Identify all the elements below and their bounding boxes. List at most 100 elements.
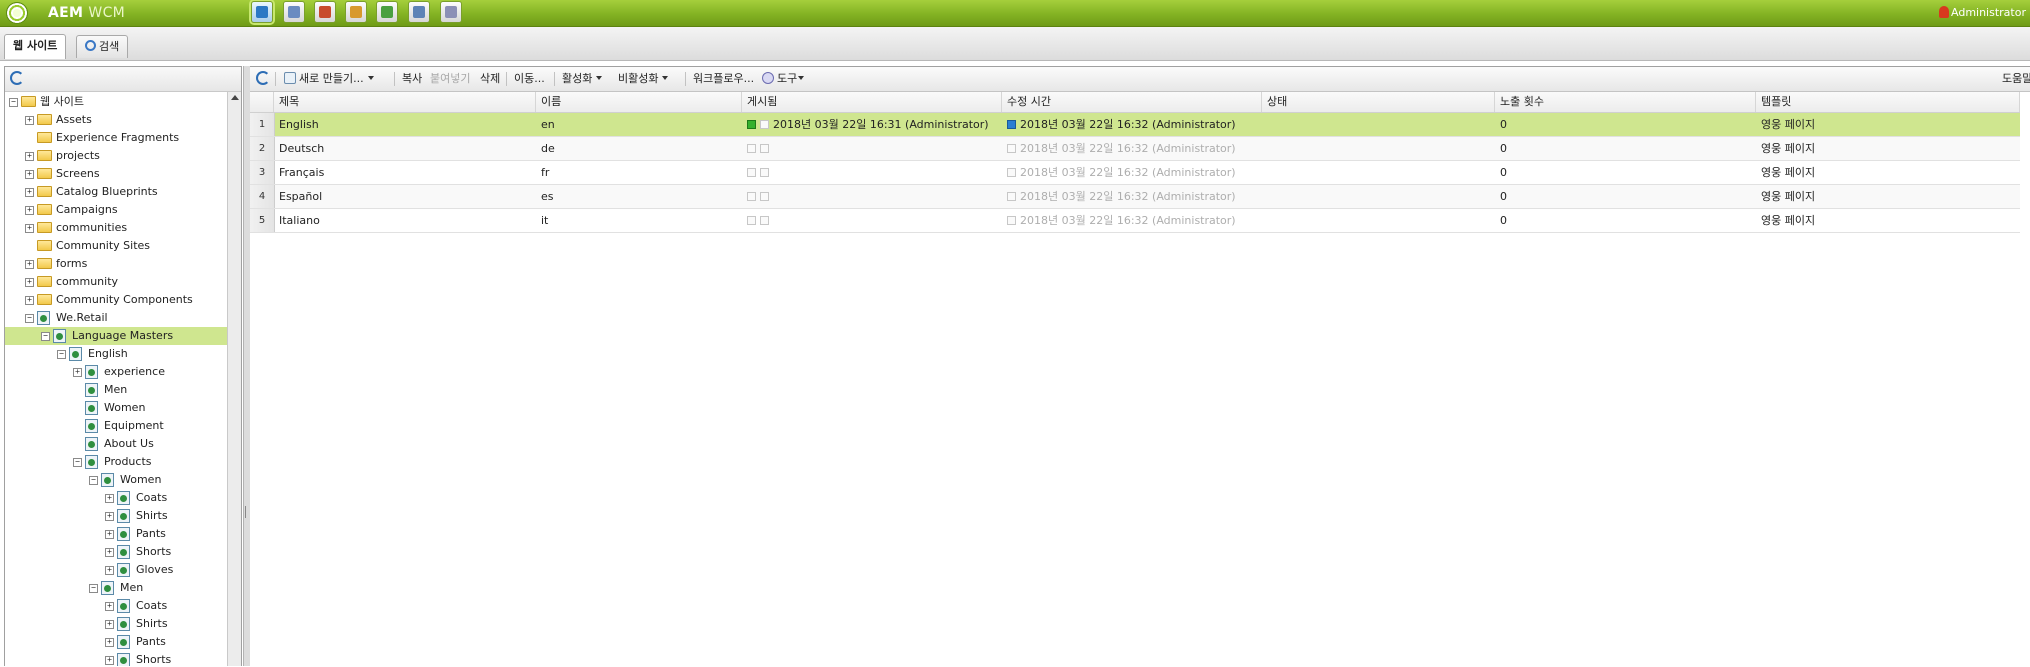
tagging-icon[interactable]: [408, 1, 430, 23]
table-row[interactable]: 1 English en 2018년 03월 22일 16:31 (Administr…: [250, 113, 2020, 137]
tree-node[interactable]: + Campaigns: [5, 201, 229, 219]
expand-icon[interactable]: +: [25, 170, 34, 179]
tree-node[interactable]: Women: [5, 399, 229, 417]
workflow-button[interactable]: 워크플로우...: [693, 67, 754, 91]
tree-scrollbar[interactable]: [227, 92, 241, 666]
tree-node[interactable]: − Products: [5, 453, 229, 471]
tree-node[interactable]: Community Sites: [5, 237, 229, 255]
col-name-header[interactable]: 이름: [536, 92, 742, 112]
help-button[interactable]: 도움말: [2002, 67, 2030, 91]
aem-logo-icon[interactable]: [6, 2, 28, 24]
digital-assets-icon[interactable]: [283, 1, 305, 23]
tree-node[interactable]: + community: [5, 273, 229, 291]
tree-node[interactable]: + Coats: [5, 489, 229, 507]
refresh-icon[interactable]: [10, 71, 24, 85]
folder-icon: [37, 150, 52, 161]
expand-icon[interactable]: +: [25, 152, 34, 161]
table-row[interactable]: 5 Italiano it 2018년 03월 22일 16:32 (Administ…: [250, 209, 2020, 233]
collapse-icon[interactable]: −: [89, 476, 98, 485]
table-row[interactable]: 4 Español es 2018년 03월 22일 16:32 (Administr…: [250, 185, 2020, 209]
col-name-text: es: [541, 190, 554, 203]
tree-node[interactable]: − Men: [5, 579, 229, 597]
row-number: 3: [250, 161, 275, 184]
tree-node[interactable]: + Assets: [5, 111, 229, 129]
collapse-icon[interactable]: −: [73, 458, 82, 467]
tree-node[interactable]: − 웹 사이트: [5, 93, 229, 111]
expand-icon[interactable]: +: [105, 620, 114, 629]
websites-icon[interactable]: [251, 1, 273, 23]
col-title-header[interactable]: 제목: [274, 92, 536, 112]
tree-node[interactable]: + Catalog Blueprints: [5, 183, 229, 201]
inbox-icon[interactable]: [345, 1, 367, 23]
tree-node[interactable]: About Us: [5, 435, 229, 453]
scroll-up-icon[interactable]: [231, 95, 239, 100]
grid-refresh-button[interactable]: [256, 67, 270, 91]
col-published-header[interactable]: 게시됨: [742, 92, 1002, 112]
collapse-icon[interactable]: −: [41, 332, 50, 341]
tree-node[interactable]: − Language Masters: [5, 327, 229, 345]
collapse-icon[interactable]: −: [89, 584, 98, 593]
tree-node[interactable]: + Gloves: [5, 561, 229, 579]
expand-icon[interactable]: +: [105, 548, 114, 557]
tree-node[interactable]: + experience: [5, 363, 229, 381]
col-modified-header[interactable]: 수정 시간: [1002, 92, 1262, 112]
tree-node[interactable]: + Shirts: [5, 507, 229, 525]
expand-icon[interactable]: +: [105, 656, 114, 665]
tree-node[interactable]: Equipment: [5, 417, 229, 435]
panel-splitter[interactable]: [243, 66, 251, 666]
tree-node[interactable]: − English: [5, 345, 229, 363]
expand-icon[interactable]: +: [25, 188, 34, 197]
collapse-icon[interactable]: −: [25, 314, 34, 323]
tab-search[interactable]: 검색: [76, 35, 129, 58]
tree-node[interactable]: + projects: [5, 147, 229, 165]
tree-node[interactable]: − We.Retail: [5, 309, 229, 327]
tools-icon[interactable]: [314, 1, 336, 23]
tree-node[interactable]: + communities: [5, 219, 229, 237]
tree-node[interactable]: + Community Components: [5, 291, 229, 309]
new-button[interactable]: 새로 만들기...: [284, 67, 374, 91]
col-impressions-header[interactable]: 노출 횟수: [1495, 92, 1756, 112]
workflow-icon[interactable]: [440, 1, 462, 23]
expand-icon[interactable]: +: [105, 512, 114, 521]
col-status-header[interactable]: 상태: [1262, 92, 1495, 112]
collapse-icon[interactable]: −: [9, 98, 18, 107]
collapse-icon[interactable]: −: [57, 350, 66, 359]
tree-node[interactable]: + Shorts: [5, 543, 229, 561]
tab-websites[interactable]: 웹 사이트: [4, 34, 67, 59]
tree-node[interactable]: + Pants: [5, 633, 229, 651]
table-row[interactable]: 2 Deutsch de 2018년 03월 22일 16:32 (Administr…: [250, 137, 2020, 161]
copy-button[interactable]: 복사: [402, 67, 422, 91]
activate-button[interactable]: 활성화: [562, 67, 603, 91]
tree-node[interactable]: Experience Fragments: [5, 129, 229, 147]
expand-icon[interactable]: +: [25, 224, 34, 233]
expand-icon[interactable]: +: [25, 116, 34, 125]
tree-node[interactable]: + Coats: [5, 597, 229, 615]
paste-button[interactable]: 붙여넣기: [430, 67, 470, 91]
move-button[interactable]: 이동...: [514, 67, 545, 91]
expand-icon[interactable]: +: [105, 530, 114, 539]
expand-icon[interactable]: +: [25, 206, 34, 215]
users-icon[interactable]: [376, 1, 398, 23]
tree-node[interactable]: + forms: [5, 255, 229, 273]
expand-icon[interactable]: +: [105, 602, 114, 611]
expand-icon[interactable]: +: [73, 368, 82, 377]
deactivate-button[interactable]: 비활성화: [618, 67, 669, 91]
tree-node[interactable]: Men: [5, 381, 229, 399]
tree-node[interactable]: + Pants: [5, 525, 229, 543]
delete-button[interactable]: 삭제: [480, 67, 500, 91]
tree-node[interactable]: + Shorts: [5, 651, 229, 666]
table-row[interactable]: 3 Français fr 2018년 03월 22일 16:32 (Administ…: [250, 161, 2020, 185]
tools-button[interactable]: 도구: [762, 67, 805, 91]
expand-icon[interactable]: +: [25, 296, 34, 305]
tree-node[interactable]: + Shirts: [5, 615, 229, 633]
expand-icon[interactable]: +: [105, 638, 114, 647]
expand-icon[interactable]: +: [105, 494, 114, 503]
col-template-header[interactable]: 템플릿: [1756, 92, 2020, 112]
tree-node[interactable]: − Women: [5, 471, 229, 489]
expand-icon[interactable]: +: [105, 566, 114, 575]
col-status-cell: [1262, 185, 1495, 208]
tree-node[interactable]: + Screens: [5, 165, 229, 183]
expand-icon[interactable]: +: [25, 260, 34, 269]
user-menu[interactable]: Administrator: [1939, 6, 2026, 19]
expand-icon[interactable]: +: [25, 278, 34, 287]
